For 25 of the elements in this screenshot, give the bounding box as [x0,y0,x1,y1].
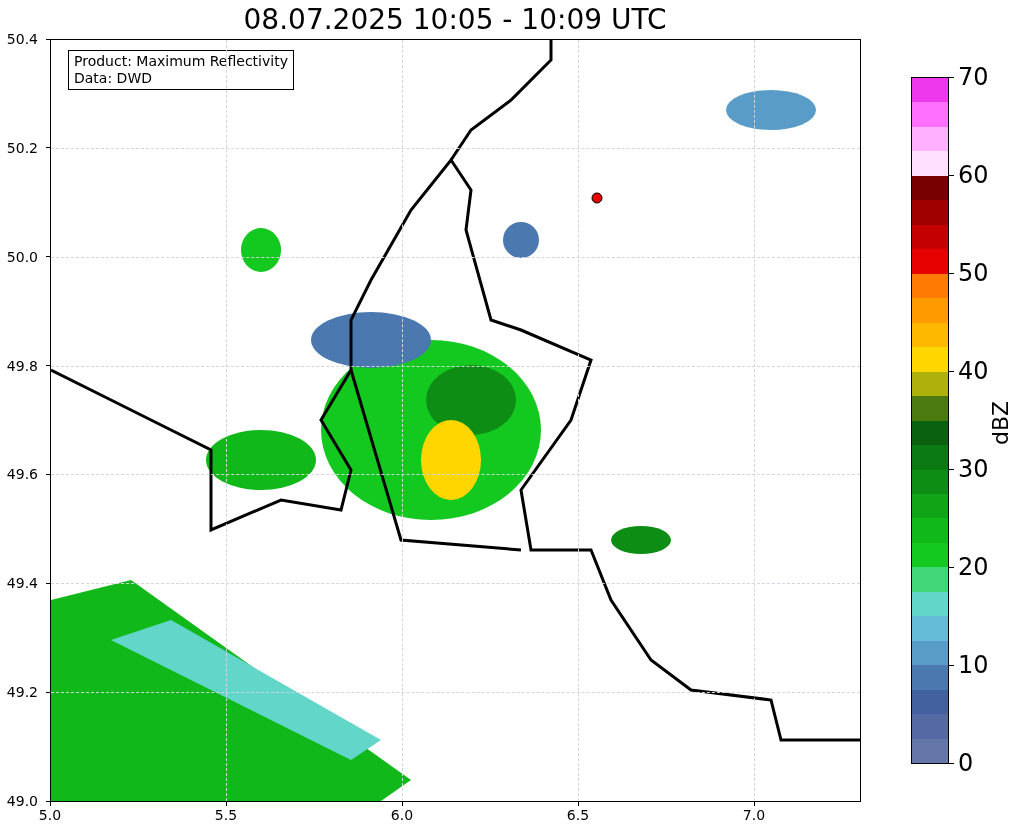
colorbar-tick-label: 60 [958,163,989,187]
colorbar-label: dBZ [990,400,1012,446]
colorbar-tick-label: 40 [958,359,989,383]
colorbar-tick-label: 0 [958,751,974,775]
axis-tick-label: 6.5 [566,808,590,822]
colorbar-tick-label: 10 [958,653,989,677]
chart-title: 08.07.2025 10:05 - 10:09 UTC [243,5,667,34]
axis-tick-label: 49.6 [6,467,38,482]
annotation-text: Product: Maximum Reflectivity [74,53,288,70]
axis-tick-label: 6.0 [390,808,414,822]
annotation-text: Data: DWD [74,70,153,87]
axis-tick-label: 50.0 [6,249,38,264]
axis-tick-label: 50.2 [6,140,38,155]
axis-tick-label: 49.2 [6,685,38,700]
axis-tick-label: 49.8 [6,358,38,373]
axis-tick-label: 49.0 [6,794,38,808]
colorbar-tick-label: 50 [958,261,989,285]
colorbar-tick-label: 70 [958,65,989,89]
axis-tick-label: 5.5 [214,808,238,822]
axis-tick-label: 5.0 [38,808,62,822]
colorbar-tick-label: 20 [958,555,989,579]
axis-tick-label: 49.4 [6,576,38,591]
axis-tick-label: 50.4 [6,32,38,46]
axis-tick-label: 7.0 [742,808,766,822]
colorbar-tick-label: 30 [958,457,989,481]
